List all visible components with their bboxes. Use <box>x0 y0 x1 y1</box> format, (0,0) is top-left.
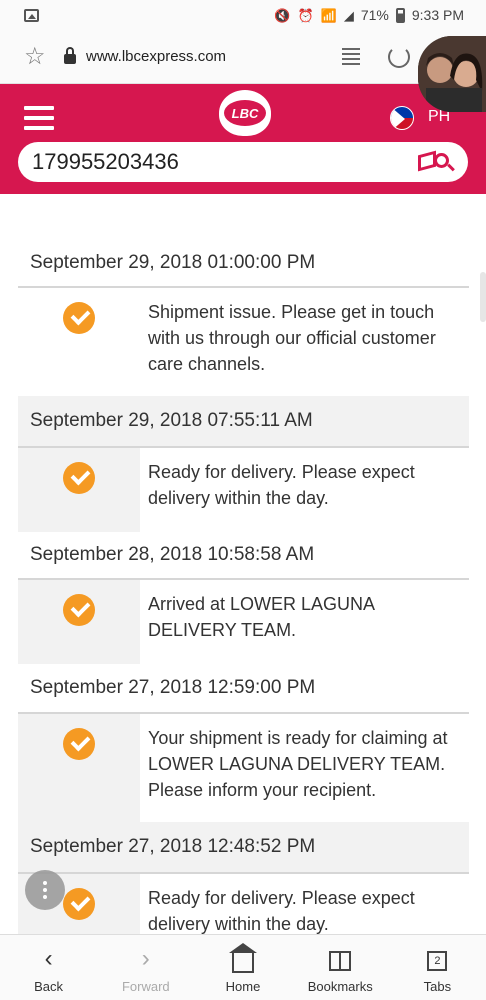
home-label: Home <box>225 979 261 994</box>
tracking-content: September 29, 2018 01:00:00 PM Shipment … <box>0 194 486 934</box>
bookmarks-label: Bookmarks <box>307 979 373 994</box>
timeline-entry: Your shipment is ready for claiming at L… <box>18 714 469 822</box>
event-date: September 28, 2018 10:58:58 AM <box>18 532 469 580</box>
tabs-button[interactable]: 2 Tabs <box>389 935 486 1000</box>
tracking-number-input[interactable] <box>32 149 418 175</box>
gallery-icon <box>24 8 39 22</box>
track-search-icon[interactable] <box>418 149 456 175</box>
forward-button[interactable]: › Forward <box>97 935 194 1000</box>
status-bar: 🔇 ⏰ 📶 ◢ 71% 9:33 PM <box>0 0 486 30</box>
home-icon <box>229 943 257 973</box>
forward-label: Forward <box>121 979 170 994</box>
check-icon <box>63 728 95 760</box>
tabs-icon: 2 <box>427 951 448 971</box>
event-status: Ready for delivery. Please expect delive… <box>148 462 415 508</box>
event-date: September 27, 2018 12:59:00 PM <box>18 664 469 714</box>
lock-icon <box>64 46 76 64</box>
event-date: September 29, 2018 01:00:00 PM <box>18 240 469 288</box>
timeline-entry: Arrived at LOWER LAGUNA DELIVERY TEAM. <box>18 580 469 664</box>
mute-icon: 🔇 <box>274 7 291 23</box>
event-status: Arrived at LOWER LAGUNA DELIVERY TEAM. <box>148 594 375 640</box>
chevron-left-icon: ‹ <box>44 945 53 972</box>
timeline-entry: Ready for delivery. Please expect delive… <box>18 448 469 532</box>
check-icon <box>63 462 95 494</box>
star-icon[interactable]: ☆ <box>24 42 54 71</box>
browser-bottom-nav: ‹ Back › Forward Home Bookmarks 2 Tabs <box>0 934 486 1000</box>
timeline-entry: Ready for delivery. Please expect delive… <box>18 874 469 934</box>
avatar[interactable] <box>418 36 486 112</box>
back-label: Back <box>34 979 64 994</box>
event-date: September 27, 2018 12:48:52 PM <box>18 822 469 874</box>
wifi-icon: 📶 <box>320 7 337 23</box>
chevron-right-icon: › <box>141 945 150 972</box>
logo-text: LBC <box>224 100 266 126</box>
site-header: LBC PH <box>0 84 486 194</box>
check-icon <box>63 594 95 626</box>
event-date: September 29, 2018 07:55:11 AM <box>18 396 469 448</box>
tracking-search <box>18 142 468 182</box>
tracking-timeline: September 29, 2018 01:00:00 PM Shipment … <box>18 240 469 934</box>
reload-icon[interactable] <box>388 45 410 68</box>
alarm-icon: ⏰ <box>297 7 314 23</box>
bookmarks-button[interactable]: Bookmarks <box>292 935 389 1000</box>
reader-mode-icon[interactable] <box>342 47 360 66</box>
event-status: Shipment issue. Please get in touch with… <box>148 302 436 374</box>
battery-icon <box>395 7 405 23</box>
check-icon <box>63 302 95 334</box>
lbc-logo[interactable]: LBC <box>219 90 271 136</box>
menu-icon[interactable] <box>24 106 54 130</box>
event-status: Your shipment is ready for claiming at L… <box>148 728 448 800</box>
more-options-button[interactable] <box>25 870 65 910</box>
home-button[interactable]: Home <box>194 935 291 1000</box>
signal-icon: ◢ <box>343 7 354 23</box>
url-text[interactable]: www.lbcexpress.com <box>86 48 342 65</box>
event-status: Ready for delivery. Please expect delive… <box>148 888 415 934</box>
check-icon <box>63 888 95 920</box>
clock: 9:33 PM <box>411 7 464 23</box>
tabs-label: Tabs <box>423 979 452 994</box>
scrollbar[interactable] <box>480 272 486 322</box>
ph-flag-icon[interactable] <box>390 106 414 130</box>
battery-percent: 71% <box>360 7 389 23</box>
back-button[interactable]: ‹ Back <box>0 935 97 1000</box>
bookmarks-icon <box>329 951 352 971</box>
url-bar: ☆ www.lbcexpress.com <box>0 30 486 84</box>
timeline-entry: Shipment issue. Please get in touch with… <box>18 288 469 396</box>
